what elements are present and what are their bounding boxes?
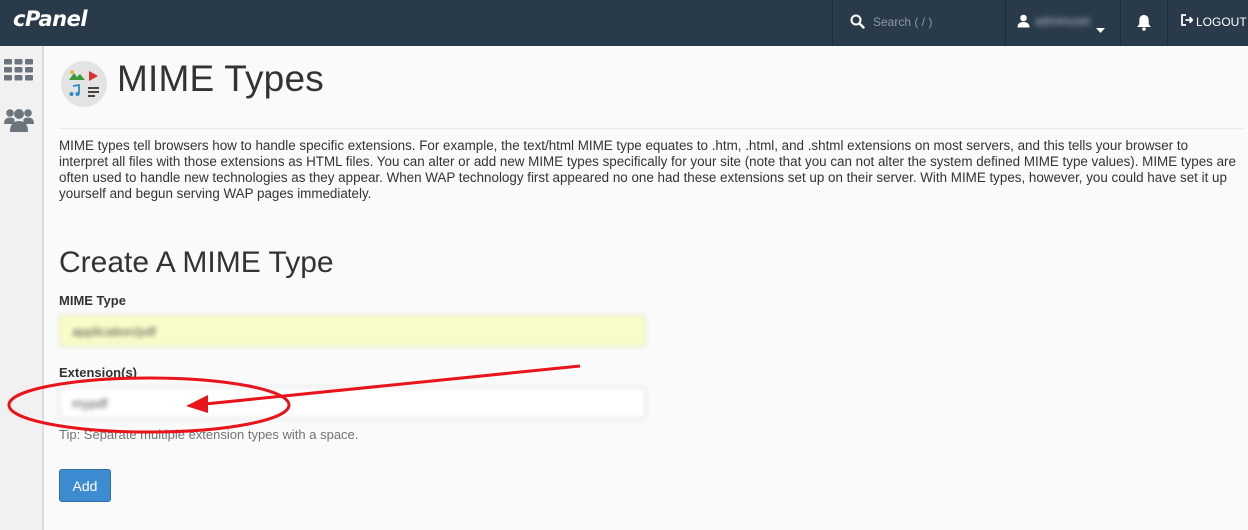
extensions-input[interactable] (59, 387, 646, 419)
mime-type-input[interactable] (59, 315, 646, 347)
section-title: Create A MIME Type (59, 246, 334, 279)
caret-down-icon (1096, 20, 1105, 38)
logout-icon (1181, 14, 1194, 29)
main-content: MIME Types MIME types tell browsers how … (44, 46, 1248, 530)
mime-types-icon (60, 60, 108, 113)
user-icon (1017, 14, 1030, 33)
bell-icon (1136, 14, 1152, 36)
grid-icon[interactable] (4, 59, 33, 86)
user-menu[interactable]: adminuser (1005, 0, 1121, 46)
title-divider (59, 128, 1244, 129)
search-box[interactable] (832, 0, 1006, 46)
extension-tip: Tip: Separate multiple extension types w… (59, 427, 359, 442)
page-title: MIME Types (117, 58, 324, 99)
cpanel-logo[interactable]: cPanel (13, 7, 88, 31)
top-bar: cPanel adminuser LOGOUT (0, 0, 1248, 46)
search-input[interactable] (873, 13, 993, 31)
notifications-button[interactable] (1121, 0, 1168, 46)
mime-type-label: MIME Type (59, 293, 126, 308)
add-button[interactable]: Add (59, 469, 111, 502)
users-icon[interactable] (4, 105, 34, 138)
search-icon (850, 14, 865, 34)
logout-button[interactable]: LOGOUT (1181, 14, 1247, 29)
extensions-label: Extension(s) (59, 365, 138, 380)
sidebar (0, 46, 44, 530)
page-description: MIME types tell browsers how to handle s… (59, 138, 1236, 201)
username: adminuser (1035, 14, 1092, 28)
logout-label: LOGOUT (1196, 14, 1247, 29)
